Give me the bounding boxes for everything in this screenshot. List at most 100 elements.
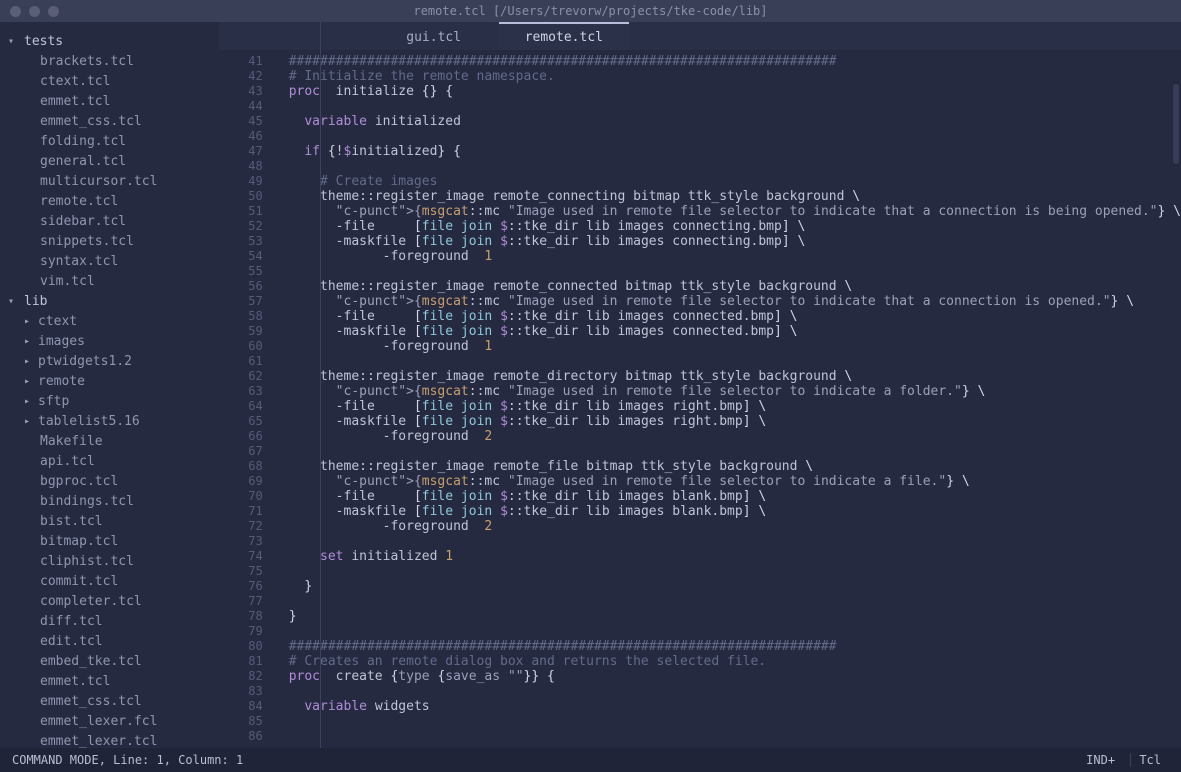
scroll-thumb[interactable] [1173,84,1179,164]
gutter-line: 78 [219,609,263,624]
code-line[interactable]: "c-punct">{msgcat::mc "Image used in rem… [289,294,1181,309]
code-line[interactable]: # Creates an remote dialog box and retur… [289,654,1181,669]
tree-item[interactable]: ▸ctext [0,312,219,332]
status-right: IND+ Tcl [1078,753,1169,767]
code-line[interactable]: -file [file join $::tke_dir lib images c… [289,309,1181,324]
editor[interactable]: 4142434445464748495051525354555657585960… [219,50,1181,748]
code-line[interactable]: -maskfile [file join $::tke_dir lib imag… [289,504,1181,519]
tab-gui-tcl[interactable]: gui.tcl [369,22,499,50]
code-line[interactable]: -foreground 1 [289,249,1181,264]
code-line[interactable] [289,444,1181,459]
tree-item[interactable]: completer.tcl [0,592,219,612]
tree-item[interactable]: api.tcl [0,452,219,472]
code-line[interactable] [289,714,1181,729]
tree-item[interactable]: bindings.tcl [0,492,219,512]
gutter-line: 56 [219,279,263,294]
code-line[interactable]: # Create images [289,174,1181,189]
tree-item[interactable]: ▸ptwidgets1.2 [0,352,219,372]
tree-item[interactable]: ▸sftp [0,392,219,412]
code-line[interactable]: -foreground 1 [289,339,1181,354]
tree-item[interactable]: Makefile [0,432,219,452]
tree-root-lib[interactable]: ▾lib [0,292,219,312]
chevron-right-icon: ▸ [24,332,36,352]
code-line[interactable]: "c-punct">{msgcat::mc "Image used in rem… [289,204,1181,219]
code-line[interactable]: "c-punct">{msgcat::mc "Image used in rem… [289,384,1181,399]
code-line[interactable]: theme::register_image remote_directory b… [289,369,1181,384]
code-line[interactable]: "c-punct">{msgcat::mc "Image used in rem… [289,474,1181,489]
gutter-line: 81 [219,654,263,669]
code-line[interactable]: -foreground 2 [289,519,1181,534]
tree-item[interactable]: ▸images [0,332,219,352]
tree-item[interactable]: emmet_css.tcl [0,692,219,712]
chevron-right-icon: ▸ [24,372,36,392]
code-line[interactable]: -maskfile [file join $::tke_dir lib imag… [289,234,1181,249]
tree-root-tests[interactable]: ▾tests [0,32,219,52]
code-line[interactable] [289,99,1181,114]
code-line[interactable]: # Initialize the remote namespace. [289,69,1181,84]
tab-bar: gui.tclremote.tcl [219,22,1181,50]
tree-item[interactable]: emmet_lexer.tcl [0,732,219,748]
code-line[interactable] [289,129,1181,144]
code[interactable]: ########################################… [271,50,1181,748]
tree-item[interactable]: bgproc.tcl [0,472,219,492]
code-line[interactable]: } [289,609,1181,624]
code-line[interactable]: -file [file join $::tke_dir lib images b… [289,489,1181,504]
tree-item[interactable]: ctext.tcl [0,72,219,92]
code-line[interactable]: proc create {type {save_as ""}} { [289,669,1181,684]
code-line[interactable] [289,534,1181,549]
code-line[interactable]: ########################################… [289,639,1181,654]
code-line[interactable] [289,729,1181,744]
tree-item[interactable]: ▸remote [0,372,219,392]
scrollbar[interactable] [1173,84,1179,738]
code-line[interactable]: } [289,579,1181,594]
code-line[interactable] [289,594,1181,609]
code-line[interactable] [289,354,1181,369]
code-line[interactable]: -foreground 2 [289,429,1181,444]
code-line[interactable]: theme::register_image remote_connecting … [289,189,1181,204]
code-line[interactable]: if {!$initialized} { [289,144,1181,159]
code-line[interactable]: -file [file join $::tke_dir lib images c… [289,219,1181,234]
tree-item[interactable]: folding.tcl [0,132,219,152]
status-lang[interactable]: Tcl [1130,753,1169,767]
code-line[interactable]: theme::register_image remote_connected b… [289,279,1181,294]
tree-item[interactable]: diff.tcl [0,612,219,632]
tree-item[interactable]: vim.tcl [0,272,219,292]
tree-item[interactable]: general.tcl [0,152,219,172]
code-line[interactable] [289,264,1181,279]
code-line[interactable] [289,159,1181,174]
code-line[interactable]: variable initialized [289,114,1181,129]
status-indent[interactable]: IND+ [1078,753,1123,767]
code-line[interactable]: ########################################… [289,54,1181,69]
tree-item[interactable]: emmet_css.tcl [0,112,219,132]
tree-item[interactable]: ▸tablelist5.16 [0,412,219,432]
code-line[interactable]: theme::register_image remote_file bitmap… [289,459,1181,474]
tree-item[interactable]: embed_tke.tcl [0,652,219,672]
code-line[interactable]: -maskfile [file join $::tke_dir lib imag… [289,414,1181,429]
tree-item[interactable]: emmet.tcl [0,92,219,112]
sidebar[interactable]: ▾testsbrackets.tclctext.tclemmet.tclemme… [0,22,219,748]
tree-item[interactable]: bitmap.tcl [0,532,219,552]
code-line[interactable] [289,684,1181,699]
tree-item[interactable]: snippets.tcl [0,232,219,252]
tree-item[interactable]: multicursor.tcl [0,172,219,192]
tree-item[interactable]: commit.tcl [0,572,219,592]
code-line[interactable] [289,564,1181,579]
gutter-line: 83 [219,684,263,699]
tree-item[interactable]: emmet.tcl [0,672,219,692]
code-line[interactable]: variable widgets [289,699,1181,714]
tree-item[interactable]: remote.tcl [0,192,219,212]
tree-item[interactable]: edit.tcl [0,632,219,652]
tree-item[interactable]: brackets.tcl [0,52,219,72]
code-line[interactable]: -file [file join $::tke_dir lib images r… [289,399,1181,414]
code-line[interactable] [289,624,1181,639]
code-line[interactable]: -maskfile [file join $::tke_dir lib imag… [289,324,1181,339]
code-line[interactable]: set initialized 1 [289,549,1181,564]
tree-item[interactable]: syntax.tcl [0,252,219,272]
tree-item[interactable]: sidebar.tcl [0,212,219,232]
gutter-line: 44 [219,99,263,114]
tab-remote-tcl[interactable]: remote.tcl [499,22,629,50]
code-line[interactable]: proc initialize {} { [289,84,1181,99]
tree-item[interactable]: bist.tcl [0,512,219,532]
tree-item[interactable]: emmet_lexer.fcl [0,712,219,732]
tree-item[interactable]: cliphist.tcl [0,552,219,572]
